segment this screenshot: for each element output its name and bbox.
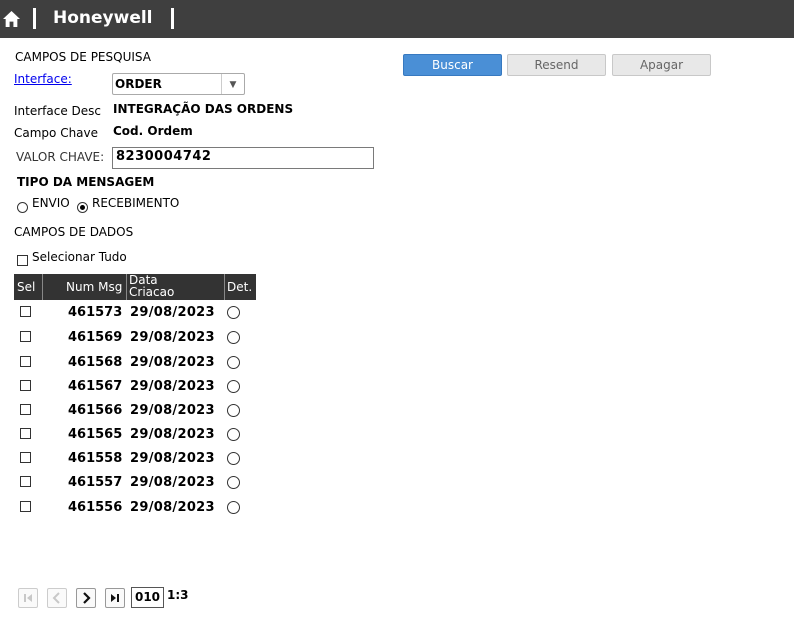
row-detail-radio[interactable] [227,452,240,465]
valor-chave-input[interactable]: 8230004742 [112,147,374,169]
column-header-data-line2: Criacao [129,285,175,299]
row-num-msg: 461568 [68,355,123,370]
row-num-msg: 461567 [68,379,123,394]
row-checkbox[interactable] [20,452,31,463]
row-detail-radio[interactable] [227,404,240,417]
row-checkbox[interactable] [20,331,31,342]
table-row: 461573 29/08/2023 [14,301,256,325]
row-detail-radio[interactable] [227,380,240,393]
interface-desc-value: INTEGRAÇÃO DAS ORDENS [113,102,294,116]
next-page-button[interactable] [76,588,96,608]
row-num-msg: 461558 [68,451,123,466]
interface-desc-label: Interface Desc [14,104,102,118]
row-checkbox[interactable] [20,356,31,367]
table-header: Sel Num Msg Data Criacao Det. [14,274,256,300]
row-detail-radio[interactable] [227,356,240,369]
row-checkbox[interactable] [20,501,31,512]
top-bar: Honeywell [0,0,794,38]
column-header-sel: Sel [14,274,43,300]
row-date: 29/08/2023 [130,330,215,345]
row-detail-radio[interactable] [227,428,240,441]
row-date: 29/08/2023 [130,475,215,490]
row-num-msg: 461565 [68,427,123,442]
resend-button[interactable]: Resend [507,54,606,76]
row-date: 29/08/2023 [130,379,215,394]
row-num-msg: 461557 [68,475,123,490]
row-checkbox[interactable] [20,428,31,439]
table-row: 461568 29/08/2023 [14,351,256,375]
apagar-button[interactable]: Apagar [612,54,711,76]
column-header-num: Num Msg [43,274,127,300]
interface-select-value: ORDER [115,77,162,91]
select-all-label: Selecionar Tudo [32,250,127,264]
home-icon[interactable] [3,11,20,27]
table-row: 461557 29/08/2023 [14,471,256,495]
recebimento-radio[interactable] [77,202,88,213]
table-row: 461556 29/08/2023 [14,496,256,520]
chevron-left-icon [52,592,60,604]
row-num-msg: 461569 [68,330,123,345]
row-num-msg: 461573 [68,305,123,320]
prev-page-button[interactable] [47,588,67,608]
row-checkbox[interactable] [20,476,31,487]
campo-chave-value: Cod. Ordem [113,124,193,138]
first-page-button[interactable] [18,588,38,608]
envio-radio[interactable] [17,202,28,213]
brand-title: Honeywell [53,8,153,28]
row-date: 29/08/2023 [130,305,215,320]
row-checkbox[interactable] [20,404,31,415]
campo-chave-label: Campo Chave [14,126,99,140]
page-size-input[interactable]: 010 [131,587,164,608]
recebimento-label: RECEBIMENTO [92,196,180,210]
first-page-icon [24,594,32,602]
interface-link[interactable]: Interface: [14,72,72,86]
row-checkbox[interactable] [20,380,31,391]
interface-select[interactable]: ORDER ▼ [112,73,245,95]
row-detail-radio[interactable] [227,501,240,514]
column-header-det-label: Det. [227,280,253,294]
row-detail-radio[interactable] [227,331,240,344]
search-section-title: CAMPOS DE PESQUISA [15,50,151,64]
last-page-button[interactable] [105,588,125,608]
data-section-title: CAMPOS DE DADOS [14,225,134,239]
column-header-data: Data Criacao [127,274,225,300]
page-info: 1:3 [167,588,189,602]
table-row: 461569 29/08/2023 [14,326,256,350]
row-date: 29/08/2023 [130,427,215,442]
column-header-sel-label: Sel [17,280,36,294]
row-checkbox[interactable] [20,306,31,317]
row-num-msg: 461556 [68,500,123,515]
chevron-right-icon [83,592,91,604]
column-header-det: Det. [225,274,256,300]
column-header-num-label: Num Msg [66,280,123,294]
envio-label: ENVIO [32,196,70,210]
buscar-button[interactable]: Buscar [403,54,502,76]
valor-chave-label: VALOR CHAVE: [16,150,105,164]
row-date: 29/08/2023 [130,355,215,370]
header-divider [171,8,174,29]
row-date: 29/08/2023 [130,403,215,418]
table-row: 461566 29/08/2023 [14,399,256,423]
table-row: 461567 29/08/2023 [14,375,256,399]
tipo-mensagem-label: TIPO DA MENSAGEM [17,175,155,189]
row-detail-radio[interactable] [227,306,240,319]
row-date: 29/08/2023 [130,451,215,466]
table-row: 461565 29/08/2023 [14,423,256,447]
table-row: 461558 29/08/2023 [14,447,256,471]
row-detail-radio[interactable] [227,476,240,489]
row-date: 29/08/2023 [130,500,215,515]
chevron-down-icon[interactable]: ▼ [221,74,244,94]
last-page-icon [111,594,119,602]
row-num-msg: 461566 [68,403,123,418]
header-divider [33,8,36,29]
select-all-checkbox[interactable] [17,255,28,266]
